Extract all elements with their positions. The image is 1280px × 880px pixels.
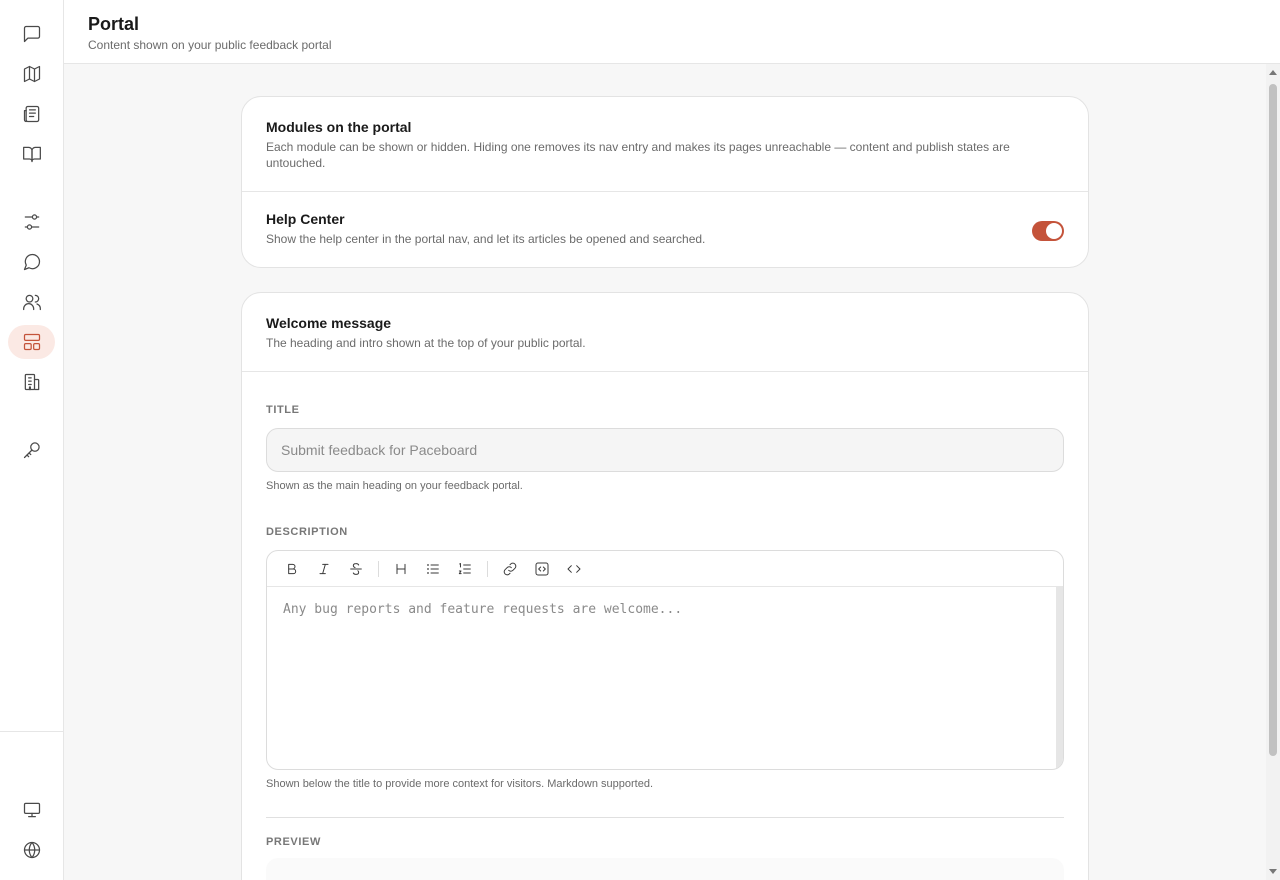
main-content[interactable]: Modules on the portal Each module can be… — [64, 64, 1266, 880]
help-center-description: Show the help center in the portal nav, … — [266, 232, 706, 246]
editor-scrollbar[interactable] — [1056, 587, 1063, 769]
description-textarea[interactable]: Any bug reports and feature requests are… — [267, 587, 1055, 769]
code-block-button[interactable] — [526, 555, 558, 583]
numbered-list-button[interactable] — [449, 555, 481, 583]
building-icon — [24, 373, 39, 391]
nav-changelog[interactable] — [8, 97, 55, 131]
nav-api-keys[interactable] — [8, 433, 55, 467]
welcome-divider — [242, 371, 1088, 372]
scrollbar-thumb[interactable] — [1269, 84, 1277, 756]
title-hint: Shown as the main heading on your feedba… — [266, 480, 523, 492]
strikethrough-button[interactable] — [340, 555, 372, 583]
description-hint: Shown below the title to provide more co… — [266, 778, 654, 790]
numbered-list-icon — [458, 562, 471, 574]
link-icon — [503, 562, 517, 575]
toggle-knob — [1046, 223, 1062, 239]
modules-description: Each module can be shown or hidden. Hidi… — [266, 140, 1010, 170]
toolbar-separator — [487, 560, 488, 577]
newspaper-icon — [23, 105, 39, 123]
title-input[interactable] — [266, 428, 1064, 472]
sidebar — [0, 0, 64, 880]
description-editor: Any bug reports and feature requests are… — [266, 550, 1064, 770]
bold-button[interactable] — [276, 555, 308, 583]
welcome-title: Welcome message — [266, 315, 392, 331]
monitor-icon — [23, 802, 40, 818]
nav-conversations[interactable] — [8, 245, 55, 279]
preview-panel — [266, 858, 1064, 880]
map-icon — [23, 65, 40, 83]
page-header: Portal Content shown on your public feed… — [64, 0, 1280, 64]
description-label: DESCRIPTION — [266, 526, 348, 538]
page-title: Portal — [88, 14, 140, 34]
sidebar-divider — [0, 731, 63, 732]
link-button[interactable] — [494, 555, 526, 583]
preview-divider — [266, 817, 1064, 818]
welcome-card: Welcome message The heading and intro sh… — [241, 292, 1089, 880]
nav-help-center[interactable] — [8, 137, 55, 171]
nav-settings[interactable] — [8, 205, 55, 239]
page-scrollbar[interactable] — [1266, 64, 1280, 880]
help-center-title: Help Center — [266, 211, 345, 227]
bullet-list-button[interactable] — [417, 555, 449, 583]
preview-label: PREVIEW — [266, 836, 321, 848]
nav-view-portal[interactable] — [8, 833, 55, 867]
key-icon — [23, 442, 40, 459]
users-icon — [22, 294, 41, 311]
modules-title: Modules on the portal — [266, 119, 412, 135]
title-label: TITLE — [266, 404, 300, 416]
nav-organization[interactable] — [8, 365, 55, 399]
heading-button[interactable] — [385, 555, 417, 583]
code-icon — [567, 564, 581, 573]
sliders-icon — [24, 214, 39, 230]
scroll-up-icon[interactable] — [1269, 70, 1277, 75]
nav-roadmap[interactable] — [8, 57, 55, 91]
italic-icon — [319, 563, 329, 574]
editor-toolbar — [267, 551, 1063, 587]
inline-code-button[interactable] — [558, 555, 590, 583]
code-block-icon — [535, 562, 549, 575]
italic-button[interactable] — [308, 555, 340, 583]
nav-users[interactable] — [8, 285, 55, 319]
bold-icon — [288, 563, 297, 574]
message-square-icon — [23, 25, 40, 43]
scroll-down-icon[interactable] — [1269, 869, 1277, 874]
message-circle-icon — [23, 253, 40, 271]
heading-icon — [396, 563, 406, 574]
welcome-description: The heading and intro shown at the top o… — [266, 336, 586, 350]
globe-icon — [23, 841, 40, 859]
bullet-list-icon — [427, 563, 439, 574]
book-open-icon — [22, 146, 41, 163]
help-center-toggle[interactable] — [1032, 221, 1064, 241]
help-center-row: Help Center Show the help center in the … — [266, 211, 1064, 247]
layout-icon — [23, 333, 40, 351]
nav-theme[interactable] — [8, 793, 55, 827]
strikethrough-icon — [350, 562, 362, 575]
nav-portal[interactable] — [8, 325, 55, 359]
toolbar-separator — [378, 560, 379, 577]
modules-divider — [242, 191, 1088, 192]
page-subtitle: Content shown on your public feedback po… — [88, 38, 332, 52]
nav-feedback[interactable] — [8, 17, 55, 51]
modules-card: Modules on the portal Each module can be… — [241, 96, 1089, 268]
